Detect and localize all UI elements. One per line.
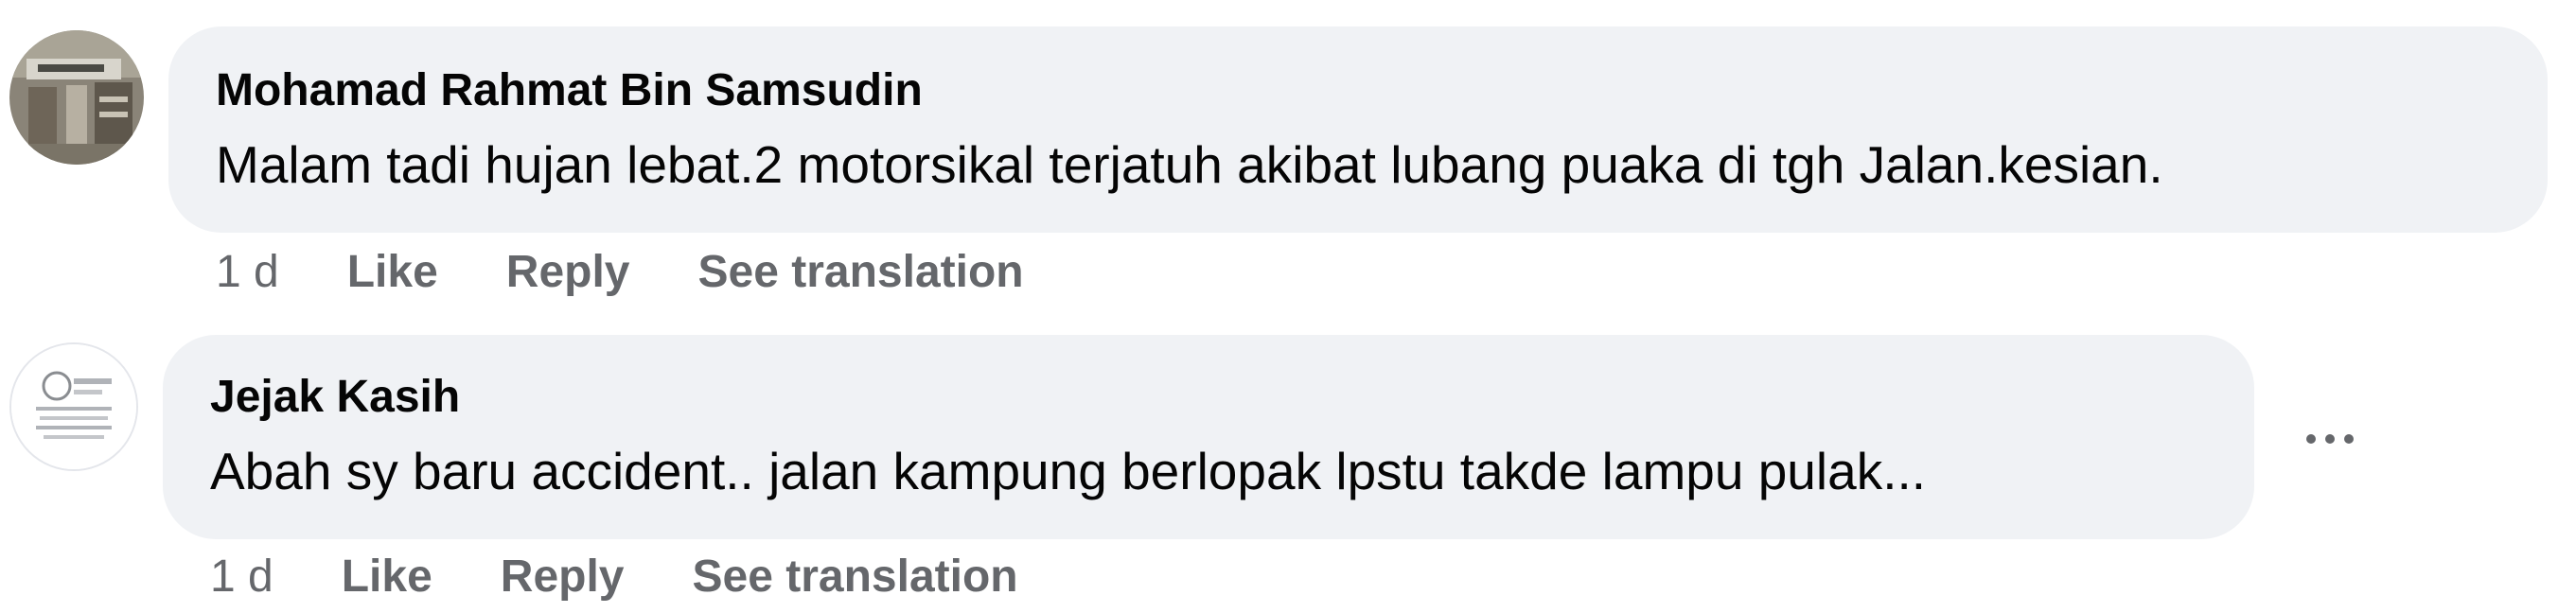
comment-author[interactable]: Mohamad Rahmat Bin Samsudin (216, 64, 923, 116)
avatar[interactable] (9, 30, 144, 165)
more-options-icon[interactable] (2290, 399, 2370, 479)
comment-bubble (168, 26, 2548, 233)
reply-button[interactable]: Reply (501, 551, 625, 603)
reply-button[interactable]: Reply (506, 246, 630, 298)
like-button[interactable]: Like (342, 551, 432, 603)
comment-timestamp[interactable]: 1 d (216, 246, 279, 298)
comment-actions: 1 d Like Reply See translation (216, 246, 1024, 298)
see-translation-link[interactable]: See translation (693, 551, 1018, 603)
avatar[interactable] (9, 342, 138, 471)
comment-text: Malam tadi hujan lebat.2 motorsikal terj… (216, 135, 2163, 194)
page-logo-icon (11, 344, 136, 469)
comment-bubble (163, 335, 2254, 539)
comment-text: Abah sy baru accident.. jalan kampung be… (210, 442, 1927, 500)
see-translation-link[interactable]: See translation (698, 246, 1024, 298)
comment-author[interactable]: Jejak Kasih (210, 371, 460, 423)
comment-timestamp[interactable]: 1 d (210, 551, 273, 603)
profile-photo-icon (9, 30, 144, 165)
comment-actions: 1 d Like Reply See translation (210, 551, 1018, 603)
comments-section: Mohamad Rahmat Bin Samsudin Malam tadi h… (0, 0, 2576, 613)
like-button[interactable]: Like (347, 246, 438, 298)
